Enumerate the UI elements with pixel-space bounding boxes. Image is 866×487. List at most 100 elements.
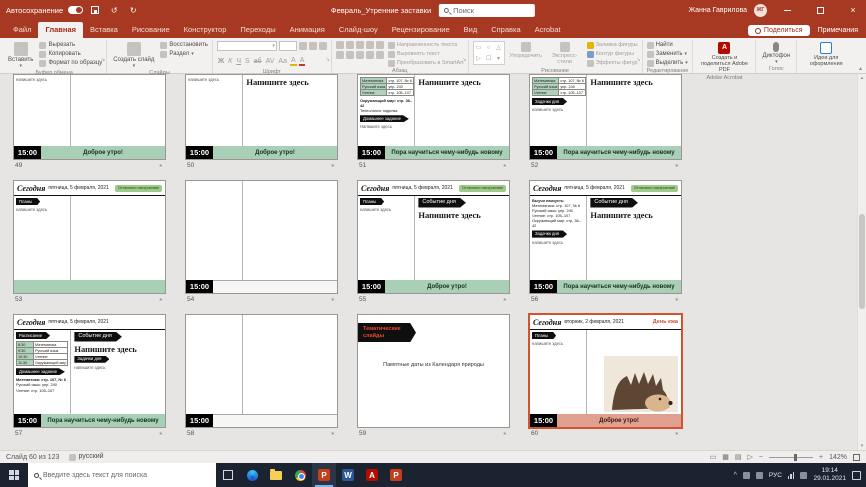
slide-thumbnail[interactable]: Сегодняпятница, 5 февраля, 2021Отличного… (14, 181, 165, 293)
paste-button[interactable]: Вставить▾ (6, 41, 35, 69)
quick-styles-button[interactable]: Экспресс-стили (547, 41, 583, 66)
taskbar-app-powerpoint[interactable]: P (312, 463, 336, 487)
shape-fill-button[interactable]: Заливка фигуры (587, 42, 638, 49)
text-direction-button[interactable]: Направленность текста (388, 42, 464, 49)
arrange-button[interactable]: Упорядочить (509, 41, 543, 60)
slide-thumbnail[interactable]: 15:00 (186, 181, 337, 293)
shape-outline-button[interactable]: Контур фигуры (587, 51, 638, 58)
slide-thumbnail[interactable]: Сегодняпятница, 5 февраля, 2021Расписани… (14, 315, 165, 427)
redo-button[interactable]: ↻ (126, 3, 140, 17)
maximize-button[interactable] (807, 0, 833, 20)
justify-icon[interactable] (366, 51, 374, 59)
align-center-icon[interactable] (346, 51, 354, 59)
task-view-button[interactable] (216, 463, 240, 487)
language-indicator[interactable]: русский (69, 453, 103, 460)
section-button[interactable]: Раздел▾ (160, 51, 207, 58)
columns-icon[interactable] (376, 51, 384, 59)
security-icon[interactable] (756, 472, 763, 479)
zoom-out-button[interactable]: − (759, 454, 763, 461)
slideshow-button[interactable]: ▷ (748, 453, 753, 461)
save-button[interactable] (88, 3, 102, 17)
undo-button[interactable]: ↺ (107, 3, 121, 17)
ribbon-tab[interactable]: Слайд-шоу (332, 22, 385, 38)
align-text-button[interactable]: Выровнять текст (388, 51, 464, 58)
shapes-gallery[interactable]: ▭○△▷☐▾ (473, 41, 505, 65)
decrease-indent-icon[interactable] (356, 41, 364, 49)
bold-button[interactable]: Ж (217, 58, 225, 65)
normal-view-button[interactable]: ▭ (710, 453, 717, 461)
dialog-launcher-icon[interactable]: ↘ (101, 57, 105, 63)
taskbar-search[interactable] (28, 463, 216, 487)
new-slide-button[interactable]: Создать слайд▾ (111, 41, 156, 69)
scroll-up-icon[interactable]: ▴ (858, 75, 866, 81)
create-pdf-button[interactable]: A Создать и поделиться Adobe PDF (697, 41, 751, 74)
find-button[interactable]: Найти (647, 42, 688, 49)
change-case-button[interactable]: Аа (277, 58, 288, 65)
share-button[interactable]: Поделиться (748, 25, 810, 36)
align-left-icon[interactable] (336, 51, 344, 59)
user-name[interactable]: Жанна Гаврилова (689, 7, 747, 14)
taskbar-app-explorer[interactable] (264, 463, 288, 487)
slide-thumbnail[interactable]: Математикастр. 107, № 6Русский языкупр. … (358, 75, 509, 159)
language-indicator[interactable]: РУС (769, 472, 782, 479)
italic-button[interactable]: К (227, 58, 233, 65)
design-ideas-button[interactable]: Идеи для оформления (801, 41, 851, 68)
ribbon-tab[interactable]: Анимация (283, 22, 332, 38)
search-box[interactable]: Поиск (439, 4, 535, 17)
ribbon-tab[interactable]: Рисование (125, 22, 177, 38)
character-spacing-button[interactable]: AV (265, 58, 276, 65)
slide-thumbnail[interactable]: напишите здесьНапишите здесь15:00Доброе … (186, 75, 337, 159)
increase-indent-icon[interactable] (366, 41, 374, 49)
ribbon-tab[interactable]: Acrobat (528, 22, 568, 38)
scroll-down-icon[interactable]: ▾ (858, 443, 866, 449)
format-painter-button[interactable]: Формат по образцу (39, 60, 102, 67)
clock[interactable]: 19:14 29.01.2021 (813, 467, 846, 483)
taskbar-app-word[interactable]: W (336, 463, 360, 487)
notification-center-icon[interactable] (852, 471, 861, 480)
fit-to-window-button[interactable] (853, 454, 860, 461)
shape-effects-button[interactable]: Эффекты фигур (587, 60, 638, 67)
autosave-toggle[interactable] (68, 6, 83, 14)
start-button[interactable] (0, 463, 28, 487)
zoom-slider[interactable] (769, 457, 813, 458)
dialog-launcher-icon[interactable]: ↘ (462, 57, 466, 63)
vertical-scrollbar[interactable]: ▴ ▾ (857, 74, 866, 450)
onedrive-icon[interactable] (743, 472, 750, 479)
zoom-slider-knob[interactable] (794, 454, 797, 461)
font-name-combobox[interactable] (217, 41, 277, 51)
highlight-color-button[interactable]: А (290, 57, 297, 66)
ribbon-tab[interactable]: Переходы (233, 22, 282, 38)
line-spacing-icon[interactable] (376, 41, 384, 49)
ribbon-tab[interactable]: Вид (457, 22, 485, 38)
cut-button[interactable]: Вырезать (39, 42, 102, 49)
scrollbar-thumb[interactable] (859, 214, 865, 309)
collapse-ribbon-icon[interactable]: ▴ (859, 65, 862, 72)
comments-button[interactable]: Примечания (818, 27, 858, 34)
slide-sorter-view-button[interactable]: ▦ (722, 453, 729, 461)
ribbon-tab[interactable]: Вставка (83, 22, 125, 38)
font-size-combobox[interactable] (279, 41, 297, 51)
ribbon-tab[interactable]: Главная (38, 22, 83, 38)
bullets-icon[interactable] (336, 41, 344, 49)
font-color-button[interactable]: А (299, 57, 306, 66)
ribbon-tab[interactable]: Конструктор (177, 22, 234, 38)
ribbon-tab[interactable]: Справка (484, 22, 527, 38)
slide-thumbnail[interactable]: Сегоднявторник, 2 февраля, 2021День ежаП… (530, 315, 681, 427)
slide-thumbnail[interactable]: Математикастр. 107, № 6Русский языкупр. … (530, 75, 681, 159)
reading-view-button[interactable]: ▤ (735, 453, 742, 461)
slide-thumbnail[interactable]: Сегодняпятница, 5 февраля, 2021Отличного… (358, 181, 509, 293)
slide-thumbnail[interactable]: Сегодняпятница, 5 февраля, 2021Отличного… (530, 181, 681, 293)
shadow-button[interactable]: S (244, 58, 251, 65)
slide-thumbnail[interactable]: 15:00 (186, 315, 337, 427)
numbering-icon[interactable] (346, 41, 354, 49)
zoom-in-button[interactable]: + (819, 454, 823, 461)
replace-button[interactable]: Заменить▾ (647, 51, 688, 58)
taskbar-app-chrome[interactable] (288, 463, 312, 487)
slide-thumbnail[interactable]: напишите здесь15:00Доброе утро! (14, 75, 165, 159)
underline-button[interactable]: Ч (235, 58, 242, 65)
minimize-button[interactable] (774, 0, 800, 20)
taskbar-search-input[interactable] (43, 472, 193, 479)
zoom-level[interactable]: 142% (829, 454, 847, 461)
taskbar-app-edge[interactable] (240, 463, 264, 487)
shrink-font-icon[interactable] (309, 42, 317, 50)
